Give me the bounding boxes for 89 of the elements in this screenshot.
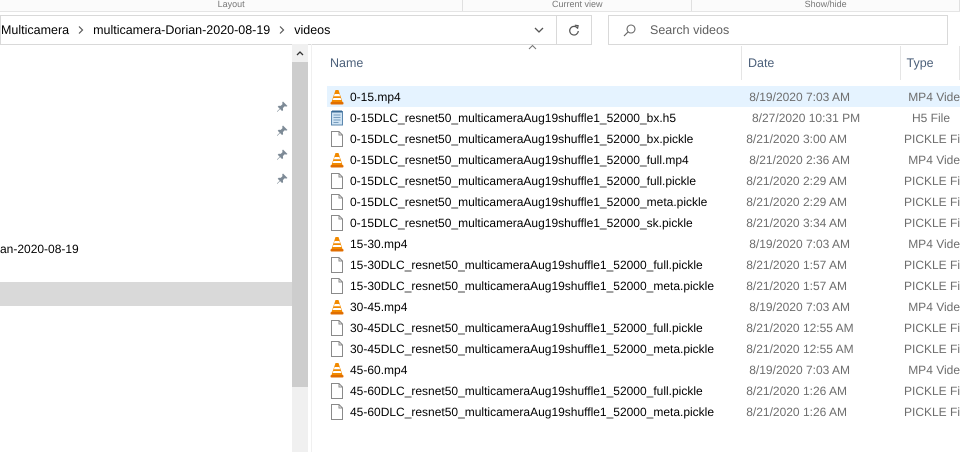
blank-file-icon (330, 404, 344, 420)
file-type: PICKLE Fi (904, 174, 960, 188)
file-date: 8/19/2020 7:03 AM (748, 362, 851, 376)
file-type: MP4 Vide (908, 152, 960, 166)
file-name[interactable]: 0-15DLC_resnet50_multicameraAug19shuffle1_52000_meta.pickle (350, 194, 708, 208)
column-header[interactable]: Type (900, 46, 960, 80)
file-type: PICKLE Fi (904, 258, 960, 272)
file-name[interactable]: 15-30DLC_resnet50_multicameraAug19shuffle1_52000_meta.pickle (350, 278, 714, 292)
search-input[interactable]: Search videos (648, 22, 932, 38)
chevron-down-icon[interactable] (534, 27, 544, 33)
file-name[interactable]: 30-45.mp4 (350, 300, 408, 314)
file-name[interactable]: 30-45DLC_resnet50_multicameraAug19shuffle1_52000_full.pickle (350, 320, 703, 334)
blank-file-icon (330, 194, 344, 210)
file-type: MP4 Vide (908, 90, 960, 104)
file-name[interactable]: 15-30.mp4 (350, 236, 408, 250)
file-name[interactable]: 0-15DLC_resnet50_multicameraAug19shuffle1_52000_full.pickle (350, 174, 696, 188)
file-name[interactable]: 0-15.mp4 (350, 90, 401, 104)
file-type: PICKLE Fi (904, 216, 960, 230)
breadcrumb[interactable]: multicamera-Dorian-2020-08-19 (93, 23, 270, 37)
blank-file-icon (330, 172, 344, 188)
breadcrumb[interactable]: Multicamera (1, 23, 70, 37)
traffic-cone-icon (330, 236, 344, 252)
file-date: 8/21/2020 2:29 AM (745, 174, 848, 188)
pin-icon[interactable] (277, 100, 288, 112)
file-date: 8/19/2020 7:03 AM (748, 90, 851, 104)
file-name[interactable]: 45-60DLC_resnet50_multicameraAug19shuffle1_52000_full.pickle (350, 384, 703, 398)
file-type: PICKLE Fi (904, 132, 960, 146)
ribbon-group-label: Layout (0, 0, 464, 11)
folder-label[interactable]: an-2020-08-19 (0, 242, 79, 256)
file-type: PICKLE Fi (904, 320, 960, 334)
file-date: 8/21/2020 1:57 AM (745, 258, 848, 272)
chevron-right-icon (78, 26, 84, 34)
file-type: PICKLE Fi (904, 342, 960, 356)
file-date: 8/21/2020 2:36 AM (748, 152, 851, 166)
file-date: 8/27/2020 10:31 PM (751, 110, 862, 124)
file-type: PICKLE Fi (904, 278, 960, 292)
file-date: 8/21/2020 2:29 AM (745, 194, 848, 208)
file-date: 8/21/2020 12:55 AM (745, 342, 855, 356)
file-type: MP4 Vide (908, 362, 960, 376)
file-date: 8/21/2020 12:55 AM (745, 320, 855, 334)
file-type: PICKLE Fi (904, 194, 960, 208)
traffic-cone-icon (330, 362, 344, 378)
notepad-icon (330, 110, 344, 126)
file-type: PICKLE Fi (904, 384, 960, 398)
file-date: 8/19/2020 7:03 AM (748, 300, 851, 314)
file-date: 8/21/2020 3:34 AM (745, 216, 848, 230)
file-name[interactable]: 45-60.mp4 (350, 362, 408, 376)
scroll-up-icon[interactable] (296, 50, 304, 56)
breadcrumb[interactable]: videos (294, 23, 330, 37)
refresh-icon[interactable] (568, 24, 580, 36)
file-date: 8/21/2020 1:26 AM (745, 384, 848, 398)
pin-icon[interactable] (277, 172, 288, 184)
file-name[interactable]: 15-30DLC_resnet50_multicameraAug19shuffle1_52000_full.pickle (350, 258, 703, 272)
file-type: MP4 Vide (908, 300, 960, 314)
chevron-right-icon (279, 26, 286, 34)
blank-file-icon (330, 340, 344, 356)
column-header[interactable]: Name (316, 46, 742, 80)
file-name[interactable]: 0-15DLC_resnet50_multicameraAug19shuffle1_52000_bx.h5 (350, 110, 676, 124)
file-date: 8/21/2020 1:26 AM (745, 404, 848, 418)
blank-file-icon (330, 320, 344, 336)
file-type: PICKLE Fi (904, 404, 960, 418)
file-name[interactable]: 0-15DLC_resnet50_multicameraAug19shuffle1_52000_sk.pickle (350, 216, 693, 230)
blank-file-icon (330, 130, 344, 146)
search-icon (623, 24, 636, 36)
blank-file-icon (330, 382, 344, 398)
blank-file-icon (330, 256, 344, 272)
traffic-cone-icon (330, 298, 344, 314)
scrollbar-thumb[interactable] (292, 62, 308, 387)
file-date: 8/21/2020 1:57 AM (745, 278, 848, 292)
file-name[interactable]: 30-45DLC_resnet50_multicameraAug19shuffle1_52000_meta.pickle (350, 342, 714, 356)
traffic-cone-icon (330, 152, 344, 168)
file-name[interactable]: 0-15DLC_resnet50_multicameraAug19shuffle1_52000_bx.pickle (350, 132, 694, 146)
search-field[interactable]: Search videos (608, 15, 948, 45)
ribbon-group-label: Current view (463, 0, 692, 11)
sort-caret-icon (528, 44, 537, 50)
selected-row[interactable]: 0-15.mp4 8/19/2020 7:03 AM MP4 Vide (327, 86, 960, 107)
file-type: MP4 Vide (908, 236, 960, 250)
blank-file-icon (330, 214, 344, 230)
ribbon-group-label: Show/hide (692, 0, 960, 11)
file-type: H5 File (912, 110, 950, 124)
file-name[interactable]: 0-15DLC_resnet50_multicameraAug19shuffle1_52000_full.mp4 (350, 152, 689, 166)
traffic-cone-icon (330, 88, 344, 104)
file-name[interactable]: 45-60DLC_resnet50_multicameraAug19shuffle1_52000_meta.pickle (350, 404, 714, 418)
file-date: 8/19/2020 7:03 AM (748, 236, 851, 250)
pin-icon[interactable] (277, 148, 288, 160)
pin-icon[interactable] (277, 124, 288, 136)
column-header[interactable]: Date (742, 46, 900, 80)
file-date: 8/21/2020 3:00 AM (745, 132, 848, 146)
blank-file-icon (330, 278, 344, 294)
